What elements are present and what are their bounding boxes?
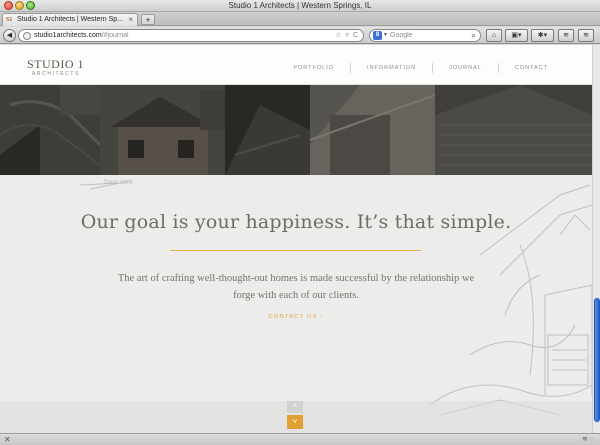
scrollbar-thumb[interactable]	[594, 298, 600, 422]
page-viewport: STUDIO 1 ARCHITECTS PORTFOLIO INFORMATIO…	[0, 45, 592, 433]
scroll-down-button[interactable]: ˅	[287, 415, 303, 429]
window-title: Studio 1 Architects | Western Springs, I…	[228, 1, 372, 10]
navigation-toolbar: ◀ studio1architects.com/#journal ☆ ▿ C 8…	[0, 27, 600, 44]
menu-button[interactable]: ≋	[578, 29, 594, 42]
page-headline: Our goal is your happiness. It’s that si…	[80, 211, 512, 233]
tab-strip: S1 Studio 1 Architects | Western Sp... ×…	[0, 12, 600, 26]
engine-dropdown-icon[interactable]: ▼	[383, 30, 388, 41]
nav-journal[interactable]: JOURNAL	[432, 63, 498, 73]
intro-section: Door Unit Our goal is your happiness. It…	[0, 175, 592, 433]
intro-paragraph: The art of crafting well-thought-out hom…	[117, 273, 475, 301]
site-header: STUDIO 1 ARCHITECTS PORTFOLIO INFORMATIO…	[0, 45, 592, 85]
favicon-icon: S1	[6, 17, 13, 23]
url-host: studio1architects.com	[34, 32, 102, 39]
new-tab-button[interactable]: +	[141, 14, 155, 25]
home-button[interactable]: ⌂	[486, 29, 502, 42]
search-engine-icon[interactable]: 8	[373, 31, 382, 40]
tab-close-icon[interactable]: ×	[128, 14, 133, 26]
back-button[interactable]: ◀	[3, 29, 16, 42]
hero-photo-image	[0, 85, 592, 175]
nav-information[interactable]: INFORMATION	[350, 63, 432, 73]
scroll-up-button[interactable]: ˄	[287, 401, 303, 413]
url-bar-tools[interactable]: ☆ ▿ C	[335, 30, 359, 41]
site-identity-icon[interactable]	[23, 32, 31, 40]
hero-photo-strip	[0, 85, 592, 175]
status-bar: ✕ ≋ ◌	[0, 433, 600, 445]
stack-button[interactable]: ≋	[558, 29, 574, 42]
addon-button[interactable]: ✱▾	[531, 29, 554, 42]
search-input[interactable]: Google	[390, 30, 413, 41]
address-bar[interactable]: studio1architects.com/#journal ☆ ▿ C	[18, 29, 364, 42]
contact-us-link[interactable]: CONTACT US ›	[0, 314, 592, 320]
addon-bar-close-icon[interactable]: ✕	[4, 434, 11, 445]
tab-studio1[interactable]: S1 Studio 1 Architects | Western Sp... ×	[2, 13, 138, 26]
status-icons[interactable]: ≋ ◌	[582, 434, 594, 445]
bookmarks-button[interactable]: ▣▾	[505, 29, 528, 42]
site-logo[interactable]: STUDIO 1	[27, 57, 84, 72]
url-path: /#journal	[101, 32, 129, 39]
site-logo-subtitle: ARCHITECTS	[32, 71, 80, 77]
headline-divider	[170, 250, 421, 251]
tab-label: Studio 1 Architects | Western Sp...	[17, 16, 123, 23]
nav-portfolio[interactable]: PORTFOLIO	[277, 63, 350, 73]
nav-contact[interactable]: CONTACT	[497, 63, 564, 73]
search-bar[interactable]: 8 ▼ Google ⌕	[369, 29, 481, 42]
vertical-scrollbar[interactable]	[592, 45, 600, 433]
url-text[interactable]: studio1architects.com/#journal	[34, 30, 129, 41]
search-icon[interactable]: ⌕	[472, 30, 476, 41]
main-nav: PORTFOLIO INFORMATION JOURNAL CONTACT	[277, 63, 564, 73]
window-titlebar: Studio 1 Architects | Western Springs, I…	[0, 0, 600, 12]
sketch-note: Door Unit	[104, 179, 133, 186]
